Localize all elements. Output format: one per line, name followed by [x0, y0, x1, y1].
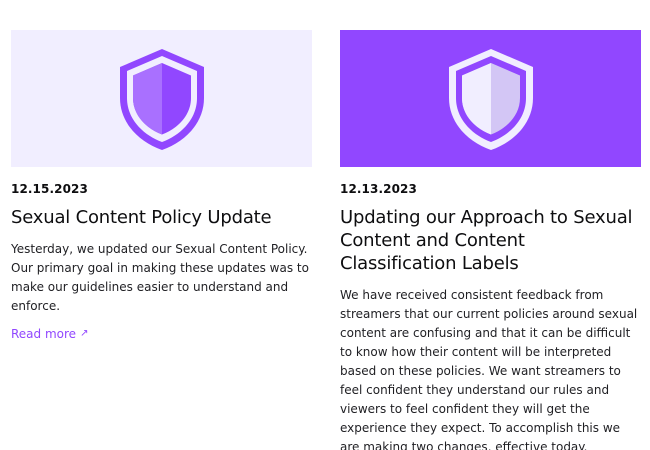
- article-description: Yesterday, we updated our Sexual Content…: [11, 242, 309, 313]
- article-card-sexual-content-policy-update: 12.15.2023 Sexual Content Policy Update …: [11, 30, 312, 342]
- article-date: 12.15.2023: [11, 182, 88, 196]
- article-image[interactable]: [11, 30, 312, 167]
- arrow-up-right-icon: ↗: [80, 328, 89, 339]
- shield-icon: [448, 48, 533, 150]
- article-title[interactable]: Updating our Approach to Sexual Content …: [340, 206, 641, 275]
- read-more-link[interactable]: Read more ↗: [11, 327, 88, 341]
- article-card-content-classification-labels: 12.13.2023 Updating our Approach to Sexu…: [340, 30, 641, 450]
- shield-icon: [119, 48, 204, 150]
- article-date: 12.13.2023: [340, 182, 417, 196]
- article-title[interactable]: Sexual Content Policy Update: [11, 206, 312, 229]
- read-more-label: Read more: [11, 327, 77, 341]
- article-image[interactable]: [340, 30, 641, 167]
- article-description: We have received consistent feedback fro…: [340, 288, 638, 450]
- blog-page: 12.15.2023 Sexual Content Policy Update …: [0, 0, 650, 450]
